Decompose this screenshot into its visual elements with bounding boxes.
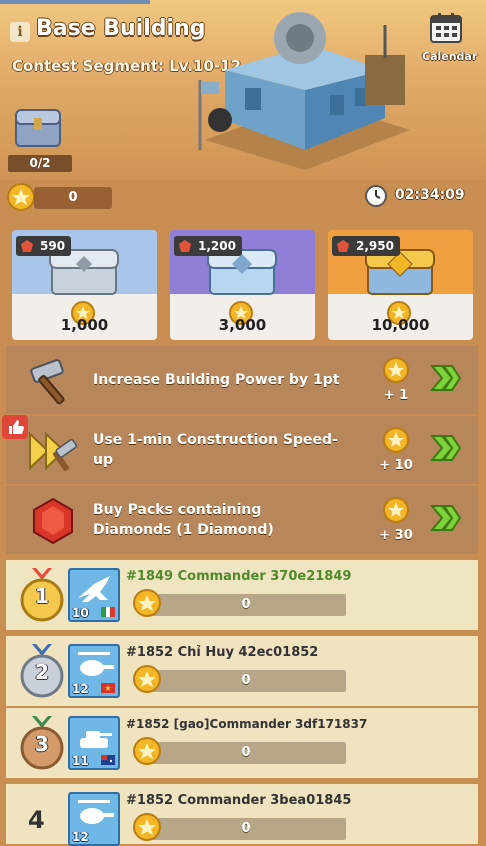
rank-number: 4 [28,806,45,834]
player-name: #1852 [gao]Commander 3df171837 [126,717,368,731]
unit-level: 11 [72,754,89,768]
chest-cost: 2,950 [356,239,394,253]
headquarters-building-illustration [198,12,410,170]
chest-progress-count: 0/2 [8,155,72,172]
speed-up-icon [29,431,78,471]
vietnam-flag [101,683,115,693]
task-list: Increase Building Power by 1pt + 1 Use 1… [6,346,478,556]
leaderboard: 1 10 #1849 Commander 370e21849 0 2 12 #1… [0,560,486,846]
hammer-icon [30,359,65,405]
chest-card-purple[interactable]: 1,200 3,000 [170,230,315,340]
unit-level: 12 [72,830,89,844]
task-label: Use 1-min Construction Speed-up [93,432,338,468]
red-gem-icon [179,240,191,252]
rank-number: 3 [35,732,49,756]
event-points: 0 [34,187,112,209]
unit-card: 12 [68,792,120,846]
red-gem-icon [337,240,349,252]
task-item: Buy Packs containing Diamonds (1 Diamond… [6,486,478,554]
thumbs-up-icon [2,415,28,439]
status-bar: 0 02:34:09 [0,180,486,214]
chest-price: 10,000 [371,316,430,334]
rank-medal-silver: 2 [18,644,66,700]
unit-card: 12 [68,644,120,698]
info-icon[interactable]: i [10,22,30,42]
leaderboard-row[interactable]: 2 12 #1852 Chỉ Huy 42ec01852 0 [6,636,478,706]
italy-flag [101,607,115,617]
top-accent-line [0,0,150,4]
go-arrow-icon[interactable] [430,362,462,394]
chest-price: 1,000 [60,316,109,334]
chest-card-gold[interactable]: 2,950 10,000 [328,230,473,340]
diamond-icon [33,497,73,545]
red-gem-icon [21,240,33,252]
rank-medal-bronze: 3 [18,716,66,772]
leaderboard-row[interactable]: 1 10 #1849 Commander 370e21849 0 [6,560,478,630]
calendar-label: Calendar [422,50,478,63]
task-reward: + 30 [379,528,413,543]
player-name: #1852 Chỉ Huy 42ec01852 [126,645,319,660]
rank-number: 2 [35,660,49,684]
coin-icon [133,737,161,765]
coin-icon [383,427,409,453]
countdown-timer: 02:34:09 [395,187,465,203]
coin-icon [133,665,161,693]
calendar-icon [430,13,462,43]
player-name: #1852 Commander 3bea01845 [126,793,352,808]
go-arrow-icon[interactable] [430,432,462,464]
calendar-button[interactable]: Calendar [422,12,478,63]
unit-level: 10 [72,606,89,620]
coin-icon [383,497,409,523]
chest-price: 3,000 [218,316,267,334]
event-header: i Base Building Contest Segment: Lv.10-1… [0,0,486,180]
task-item: Increase Building Power by 1pt + 1 [6,346,478,414]
chest-cost-badge: 590 [16,236,72,256]
unit-card: 10 [68,568,120,622]
player-score: 0 [146,594,346,616]
coin-icon [133,589,161,617]
leaderboard-row[interactable]: 3 11 #1852 [gao]Commander 3df171837 0 [6,708,478,778]
leaderboard-row[interactable]: 4 12 #1852 Commander 3bea01845 0 [6,784,478,846]
event-title: Base Building [36,16,206,41]
task-item: Use 1-min Construction Speed-up + 10 [6,416,478,484]
player-score: 0 [146,818,346,840]
player-score: 0 [146,670,346,692]
unit-card: 11 [68,716,120,770]
chest-cost: 1,200 [198,239,236,253]
australia-flag [101,755,115,765]
task-reward: + 10 [379,458,413,473]
rank-number: 1 [35,584,49,608]
player-score: 0 [146,742,346,764]
task-label: Buy Packs containing Diamonds (1 Diamond… [93,502,274,538]
plane-icon [78,576,110,602]
coin-icon [133,813,161,841]
tank-icon [80,731,112,748]
rank-medal-gold: 1 [18,568,66,624]
player-name: #1849 Commander 370e21849 [126,569,352,584]
coin-icon [7,183,35,211]
unit-level: 12 [72,682,89,696]
chest-cost: 590 [40,239,66,253]
helicopter-icon [78,800,114,824]
helicopter-icon [78,652,114,676]
chest-cost-badge: 1,200 [174,236,242,256]
chest-card-silver[interactable]: 590 1,000 [12,230,157,340]
chest-cost-badge: 2,950 [332,236,400,256]
coin-icon [383,357,409,383]
reward-chest-icon[interactable] [12,100,64,152]
task-label: Increase Building Power by 1pt [93,372,340,388]
clock-icon [365,185,387,207]
go-arrow-icon[interactable] [430,502,462,534]
chest-rewards: 590 1,000 1,200 3,000 2,950 10,000 [0,220,486,340]
task-reward: + 1 [383,388,409,403]
